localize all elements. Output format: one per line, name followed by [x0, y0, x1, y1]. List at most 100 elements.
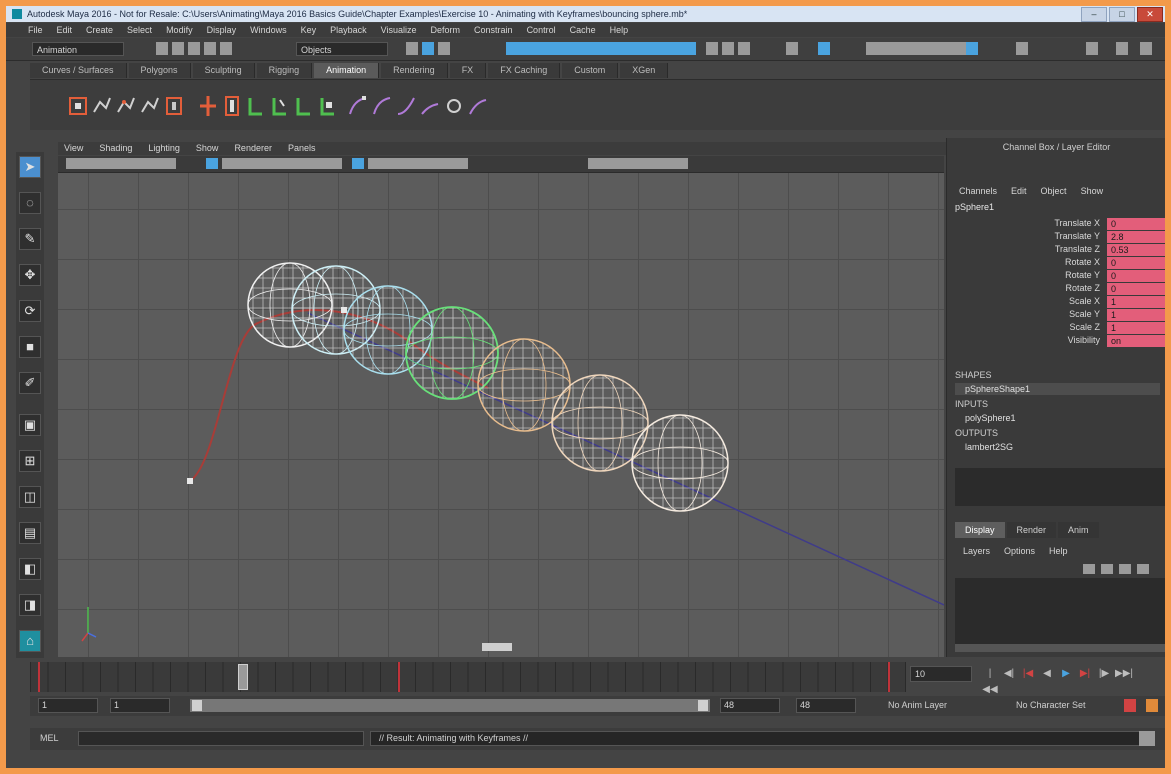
- four-view-layout-button[interactable]: ⊞: [19, 450, 41, 472]
- move-layer-down-icon[interactable]: [1101, 564, 1113, 574]
- time-slider-playhead[interactable]: [238, 664, 248, 690]
- perspective-viewport[interactable]: [58, 173, 944, 657]
- isolate-icons[interactable]: [588, 158, 688, 169]
- lighting-icons[interactable]: [368, 158, 468, 169]
- layer-menu-layers[interactable]: Layers: [963, 546, 990, 556]
- animation-end-field[interactable]: 48: [796, 698, 856, 713]
- step-back-frame-button[interactable]: |◀: [1020, 666, 1036, 682]
- cluster-icon[interactable]: [318, 94, 338, 118]
- input-field-icon[interactable]: [1016, 42, 1028, 55]
- key-translate-icon[interactable]: [92, 94, 112, 118]
- shelf-tab-fx[interactable]: FX: [449, 63, 487, 78]
- new-empty-layer-icon[interactable]: [1119, 564, 1131, 574]
- shelf-tab-sculpting[interactable]: Sculpting: [192, 63, 255, 78]
- playback-start-field[interactable]: 1: [110, 698, 170, 713]
- play-forwards-button[interactable]: ▶: [1058, 666, 1074, 682]
- save-scene-icon[interactable]: [188, 42, 200, 55]
- current-frame-field[interactable]: 10: [910, 666, 972, 682]
- layer-menu-options[interactable]: Options: [1004, 546, 1035, 556]
- snap-grid-icon[interactable]: [706, 42, 718, 55]
- auto-key-icon[interactable]: [1124, 699, 1136, 712]
- menu-cache[interactable]: Cache: [570, 23, 596, 37]
- close-button[interactable]: ✕: [1137, 7, 1163, 22]
- trail-start-key-icon[interactable]: [187, 478, 193, 484]
- component-mode-icon[interactable]: [438, 42, 450, 55]
- layer-list[interactable]: [955, 578, 1165, 644]
- command-language-label[interactable]: MEL: [40, 733, 59, 743]
- playback-end-field[interactable]: 48: [720, 698, 780, 713]
- single-view-layout-button[interactable]: ▣: [19, 414, 41, 436]
- play-backwards-button[interactable]: ◀: [1039, 666, 1055, 682]
- menu-display[interactable]: Display: [207, 23, 237, 37]
- shape-node-item[interactable]: pSphereShape1: [955, 383, 1160, 395]
- scale-tool-button[interactable]: ■: [19, 336, 41, 358]
- panel-menu-shading[interactable]: Shading: [99, 142, 132, 155]
- cb-menu-object[interactable]: Object: [1041, 186, 1067, 196]
- trail-key-point[interactable]: [341, 307, 347, 313]
- move-tool-button[interactable]: ✥: [19, 264, 41, 286]
- time-slider[interactable]: [30, 662, 906, 692]
- cb-menu-show[interactable]: Show: [1081, 186, 1104, 196]
- menu-select[interactable]: Select: [127, 23, 152, 37]
- shelf-tab-rigging[interactable]: Rigging: [256, 63, 313, 78]
- go-to-start-button[interactable]: |◀◀: [982, 666, 998, 695]
- paint-weights-icon[interactable]: [270, 94, 290, 118]
- render-settings-icon[interactable]: [966, 42, 978, 55]
- menu-create[interactable]: Create: [86, 23, 113, 37]
- layer-menu-help[interactable]: Help: [1049, 546, 1068, 556]
- panel-menu-show[interactable]: Show: [196, 142, 219, 155]
- outliner-layout-button[interactable]: ◨: [19, 594, 41, 616]
- select-tool-button[interactable]: ➤: [19, 156, 41, 178]
- layer-tab-display[interactable]: Display: [955, 522, 1005, 538]
- sidebar-toggle-icon[interactable]: [1086, 42, 1098, 55]
- side-by-side-layout-button[interactable]: ◫: [19, 486, 41, 508]
- shelf-tab-rendering[interactable]: Rendering: [381, 63, 448, 78]
- menu-edit[interactable]: Edit: [57, 23, 73, 37]
- cb-menu-channels[interactable]: Channels: [959, 186, 997, 196]
- rotate-tool-button[interactable]: ⟳: [19, 300, 41, 322]
- menu-key[interactable]: Key: [301, 23, 317, 37]
- persp-graph-layout-button[interactable]: ▤: [19, 522, 41, 544]
- step-forward-frame-button[interactable]: ▶|: [1077, 666, 1093, 682]
- move-layer-up-icon[interactable]: [1083, 564, 1095, 574]
- animation-snapshot-icon[interactable]: [444, 94, 464, 118]
- selection-mode-dropdown[interactable]: Objects: [296, 42, 388, 56]
- undo-icon[interactable]: [204, 42, 216, 55]
- create-motion-trail-icon[interactable]: [420, 94, 440, 118]
- maximize-button[interactable]: □: [1109, 7, 1135, 22]
- panel-menu-renderer[interactable]: Renderer: [234, 142, 272, 155]
- open-scene-icon[interactable]: [172, 42, 184, 55]
- hierarchy-mode-icon[interactable]: [406, 42, 418, 55]
- minimize-button[interactable]: –: [1081, 7, 1107, 22]
- menu-playback[interactable]: Playback: [330, 23, 367, 37]
- menu-modify[interactable]: Modify: [166, 23, 193, 37]
- shading-mode-icons[interactable]: [222, 158, 342, 169]
- menu-help[interactable]: Help: [610, 23, 629, 37]
- menu-set-dropdown[interactable]: Animation: [32, 42, 124, 56]
- menu-file[interactable]: File: [28, 23, 43, 37]
- layer-list-scrollbar[interactable]: [955, 644, 1165, 652]
- detach-skin-icon[interactable]: [294, 94, 314, 118]
- bind-skin-icon[interactable]: [246, 94, 266, 118]
- grid-toggle-icon[interactable]: [206, 158, 218, 169]
- anim-layer-dropdown[interactable]: No Anim Layer: [882, 698, 954, 713]
- unghost-icon[interactable]: [396, 94, 416, 118]
- selection-mask-icons[interactable]: [506, 42, 696, 55]
- snap-curve-icon[interactable]: [722, 42, 734, 55]
- step-forward-key-button[interactable]: |▶: [1096, 666, 1112, 682]
- layer-tab-anim[interactable]: Anim: [1058, 522, 1099, 538]
- shelf-tab-custom[interactable]: Custom: [562, 63, 619, 78]
- construction-history-icon[interactable]: [818, 42, 830, 55]
- menu-visualize[interactable]: Visualize: [381, 23, 417, 37]
- key-rotate-icon[interactable]: [116, 94, 136, 118]
- last-tool-button[interactable]: ✐: [19, 372, 41, 394]
- selected-object-name[interactable]: pSphere1: [955, 202, 994, 212]
- panel-menu-lighting[interactable]: Lighting: [148, 142, 180, 155]
- render-icons[interactable]: [866, 42, 966, 55]
- output-node-item[interactable]: lambert2SG: [955, 441, 1160, 453]
- key-scale-icon[interactable]: [140, 94, 160, 118]
- range-end-handle[interactable]: [698, 700, 708, 711]
- menu-windows[interactable]: Windows: [250, 23, 287, 37]
- menu-control[interactable]: Control: [527, 23, 556, 37]
- input-node-item[interactable]: polySphere1: [955, 412, 1160, 424]
